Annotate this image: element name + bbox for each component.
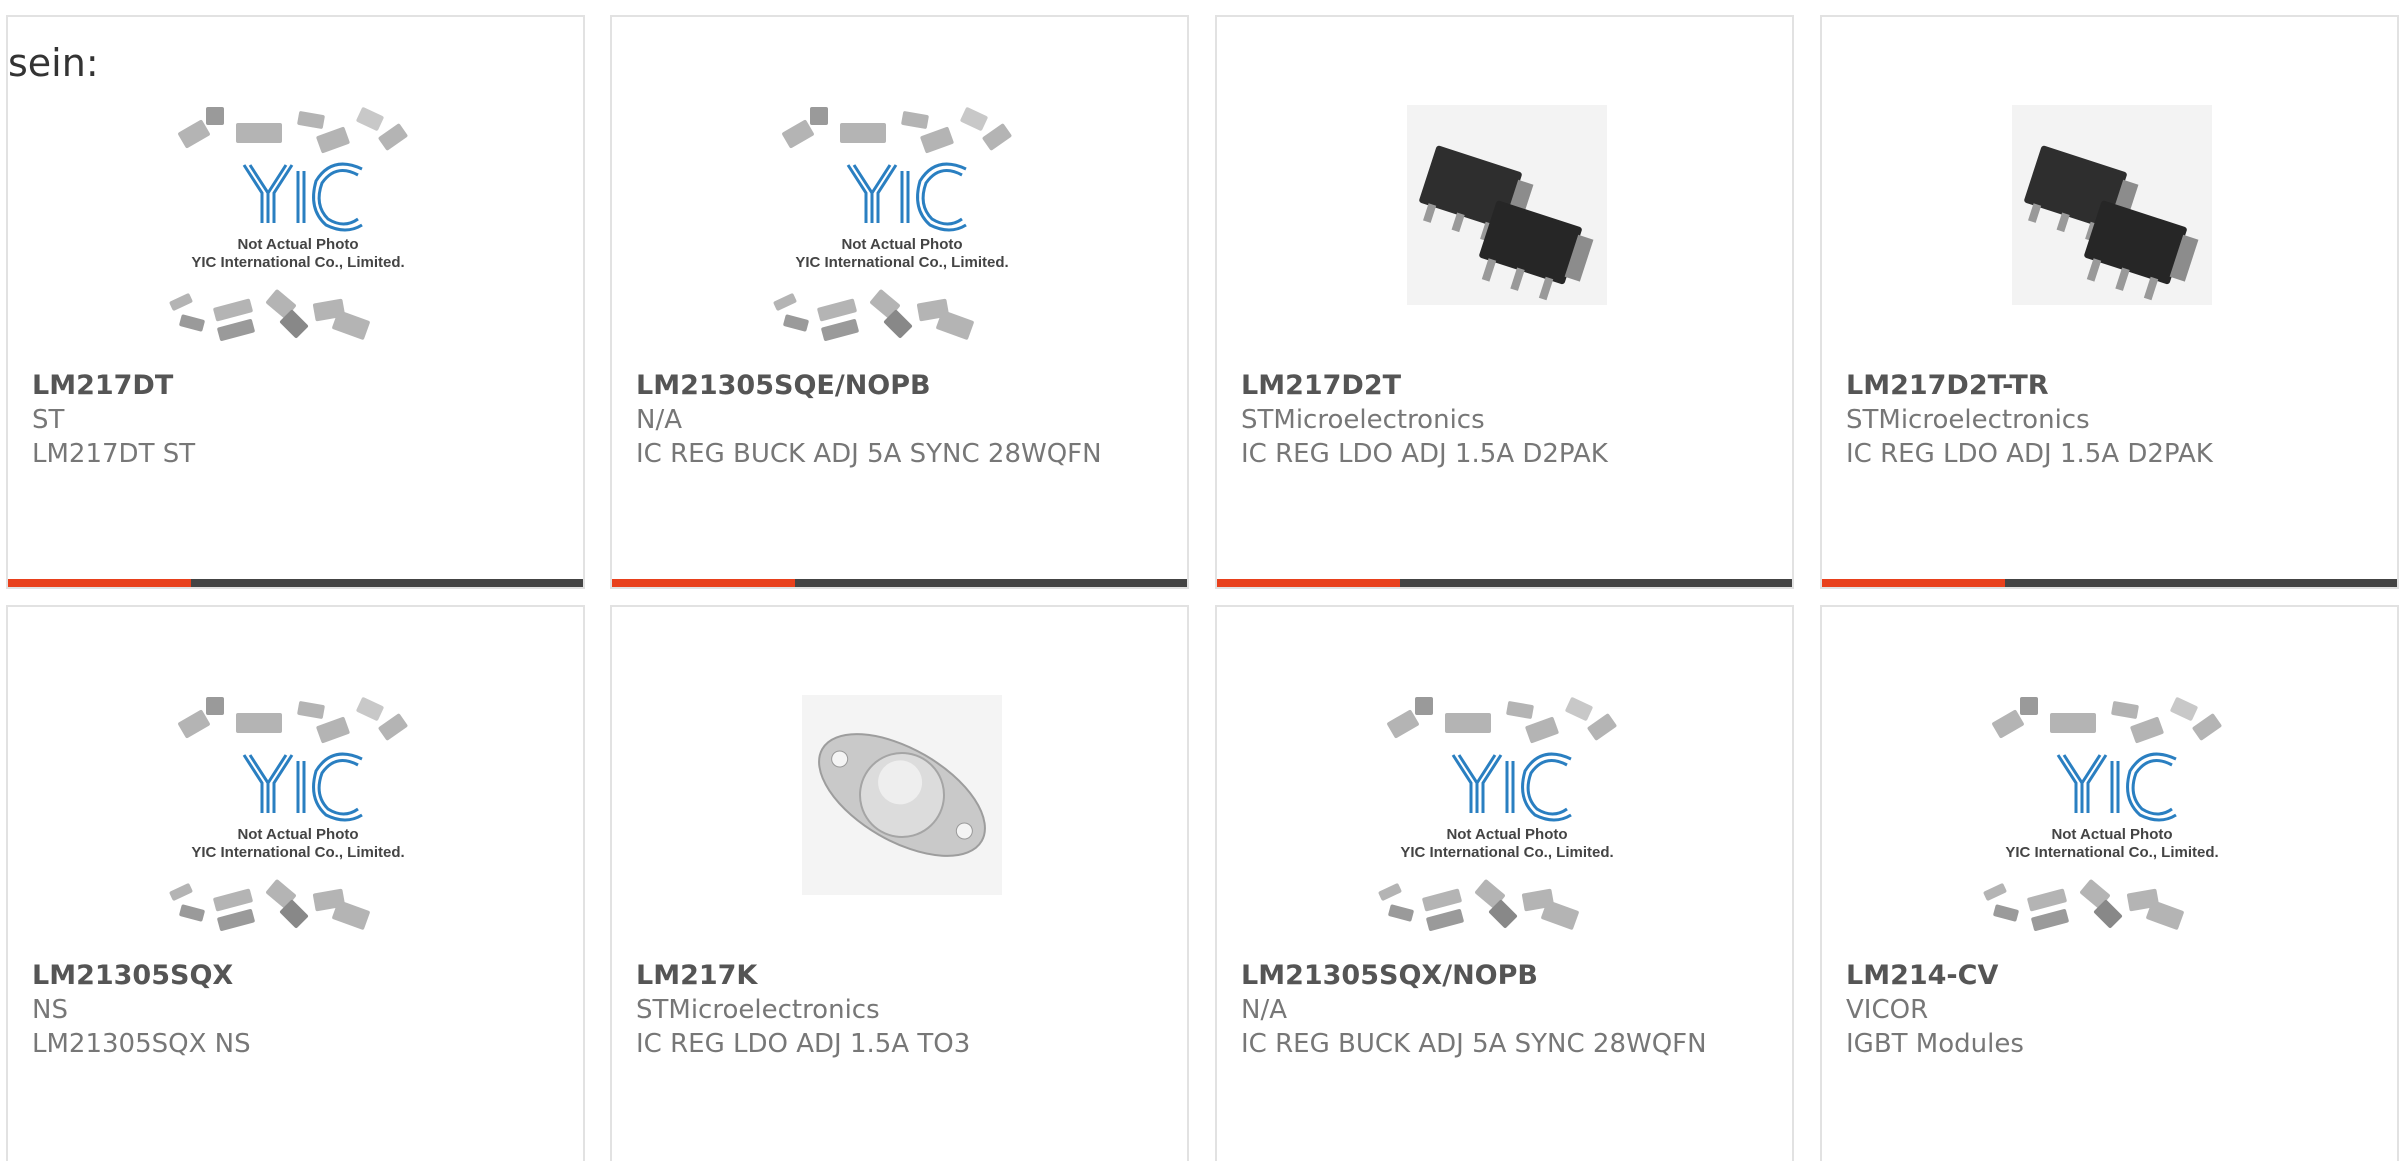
- product-manufacturer: ST: [32, 405, 65, 435]
- product-part-number[interactable]: LM214-CV: [1846, 959, 2366, 993]
- card-bottom-bar: [1217, 579, 1792, 587]
- product-card[interactable]: LM217D2T-TR STMicroelectronics IC REG LDO …: [1820, 15, 2399, 589]
- product-description: IC REG LDO ADJ 1.5A D2PAK: [1846, 439, 2213, 469]
- section-heading: sein:: [8, 41, 99, 85]
- product-info: LM217D2T STMicroelectronics IC REG LDO ADJ…: [1241, 369, 1761, 471]
- product-manufacturer: N/A: [1241, 995, 1287, 1025]
- product-manufacturer: VICOR: [1846, 995, 1929, 1025]
- product-part-number[interactable]: LM217DT: [32, 369, 552, 403]
- svg-text:Not Actual Photo: Not Actual Photo: [1446, 826, 1567, 843]
- product-part-number[interactable]: LM217K: [636, 959, 1156, 993]
- svg-text:Not Actual Photo: Not Actual Photo: [237, 236, 358, 253]
- product-manufacturer: STMicroelectronics: [1241, 405, 1485, 435]
- product-info: LM21305SQE/NOPB N/A IC REG BUCK ADJ 5A SYN…: [636, 369, 1156, 471]
- product-info: LM214-CV VICOR IGBT Modules: [1846, 959, 2366, 1061]
- product-manufacturer: NS: [32, 995, 68, 1025]
- product-description: LM217DT ST: [32, 439, 196, 469]
- product-description: IGBT Modules: [1846, 1029, 2024, 1059]
- product-part-number[interactable]: LM21305SQX/NOPB: [1241, 959, 1761, 993]
- svg-text:Not Actual Photo: Not Actual Photo: [237, 826, 358, 843]
- product-card[interactable]: LM217K STMicroelectronics IC REG LDO ADJ 1…: [610, 605, 1189, 1161]
- product-description: IC REG BUCK ADJ 5A SYNC 28WQFN: [1241, 1029, 1707, 1059]
- card-bottom-bar: [612, 579, 1187, 587]
- product-part-number[interactable]: LM21305SQX: [32, 959, 552, 993]
- product-part-number[interactable]: LM21305SQE/NOPB: [636, 369, 1156, 403]
- placeholder-product-image[interactable]: Not Actual Photo YIC International Co., L…: [158, 695, 438, 955]
- card-bar-accent: [8, 579, 191, 587]
- product-card[interactable]: Not Actual Photo YIC International Co., L…: [1820, 605, 2399, 1161]
- svg-text:YIC International Co., Limited: YIC International Co., Limited.: [1400, 844, 1613, 861]
- card-bar-accent: [1217, 579, 1400, 587]
- card-bottom-bar: [1822, 579, 2397, 587]
- card-bar-accent: [612, 579, 795, 587]
- product-manufacturer: STMicroelectronics: [636, 995, 880, 1025]
- product-info: LM21305SQX NS LM21305SQX NS: [32, 959, 552, 1061]
- product-info: LM217K STMicroelectronics IC REG LDO ADJ 1…: [636, 959, 1156, 1061]
- product-info: LM217DT ST LM217DT ST: [32, 369, 552, 471]
- svg-text:Not Actual Photo: Not Actual Photo: [841, 236, 962, 253]
- product-card[interactable]: Not Actual Photo YIC International Co., L…: [6, 15, 585, 589]
- product-description: LM21305SQX NS: [32, 1029, 251, 1059]
- svg-text:Not Actual Photo: Not Actual Photo: [2051, 826, 2172, 843]
- placeholder-product-image[interactable]: Not Actual Photo YIC International Co., L…: [762, 105, 1042, 365]
- svg-text:YIC International Co., Limited: YIC International Co., Limited.: [191, 254, 404, 271]
- product-card[interactable]: LM217D2T STMicroelectronics IC REG LDO ADJ…: [1215, 15, 1794, 589]
- product-description: IC REG LDO ADJ 1.5A TO3: [636, 1029, 971, 1059]
- svg-text:YIC International Co., Limited: YIC International Co., Limited.: [2005, 844, 2218, 861]
- product-grid-page: sein: Not Actual Photo YIC International …: [0, 0, 2400, 1161]
- product-description: IC REG LDO ADJ 1.5A D2PAK: [1241, 439, 1608, 469]
- product-card[interactable]: Not Actual Photo YIC International Co., L…: [610, 15, 1189, 589]
- product-image[interactable]: [1972, 105, 2252, 365]
- card-bar-accent: [1822, 579, 2005, 587]
- placeholder-product-image[interactable]: Not Actual Photo YIC International Co., L…: [158, 105, 438, 365]
- product-info: LM21305SQX/NOPB N/A IC REG BUCK ADJ 5A SYN…: [1241, 959, 1761, 1061]
- product-info: LM217D2T-TR STMicroelectronics IC REG LDO …: [1846, 369, 2366, 471]
- card-bottom-bar: [8, 579, 583, 587]
- product-part-number[interactable]: LM217D2T: [1241, 369, 1761, 403]
- product-image[interactable]: [1367, 105, 1647, 365]
- product-card[interactable]: Not Actual Photo YIC International Co., L…: [6, 605, 585, 1161]
- product-manufacturer: N/A: [636, 405, 682, 435]
- product-image[interactable]: [762, 695, 1042, 955]
- product-description: IC REG BUCK ADJ 5A SYNC 28WQFN: [636, 439, 1102, 469]
- svg-text:YIC International Co., Limited: YIC International Co., Limited.: [795, 254, 1008, 271]
- product-manufacturer: STMicroelectronics: [1846, 405, 2090, 435]
- product-part-number[interactable]: LM217D2T-TR: [1846, 369, 2366, 403]
- product-card[interactable]: Not Actual Photo YIC International Co., L…: [1215, 605, 1794, 1161]
- placeholder-product-image[interactable]: Not Actual Photo YIC International Co., L…: [1972, 695, 2252, 955]
- placeholder-product-image[interactable]: Not Actual Photo YIC International Co., L…: [1367, 695, 1647, 955]
- svg-text:YIC International Co., Limited: YIC International Co., Limited.: [191, 844, 404, 861]
